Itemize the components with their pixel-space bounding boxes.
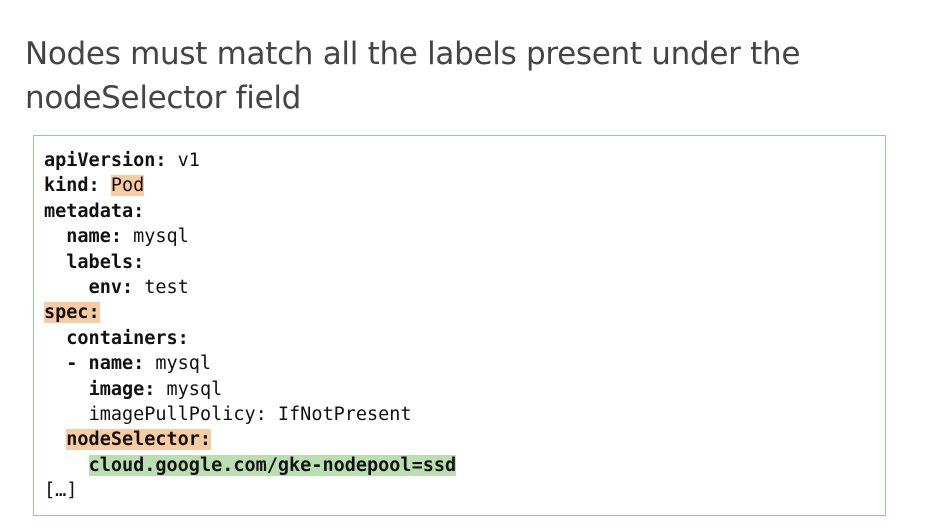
slide-title-line-2: nodeSelector field: [25, 80, 302, 116]
containers-key: containers:: [66, 327, 189, 349]
env-value: test: [133, 276, 189, 298]
code-line-ellipsis: […]: [44, 478, 456, 503]
labels-key: labels:: [66, 251, 145, 273]
name-value: mysql: [121, 226, 189, 248]
metadata-key: metadata:: [44, 200, 145, 222]
code-line-node-selector: nodeSelector:: [44, 427, 456, 452]
code-line-node-selector-label: cloud.google.com/gke-nodepool=ssd: [44, 453, 457, 478]
api-version-key: apiVersion:: [44, 150, 167, 171]
yaml-code-box: apiVersion: v1 kind: Pod metadata: name:…: [33, 135, 886, 516]
yaml-code-block: apiVersion: v1 kind: Pod metadata: name:…: [44, 148, 457, 503]
code-line-kind: kind: Pod: [44, 173, 456, 198]
code-line-name: name: mysql: [44, 224, 456, 249]
container-name-key: - name:: [66, 353, 145, 375]
image-pull-policy-text: imagePullPolicy: IfNotPresent: [88, 403, 412, 425]
slide-title-line-1: Nodes must match all the labels present …: [25, 36, 801, 72]
slide-title: Nodes must match all the labels present …: [25, 32, 905, 120]
code-line-container-name: - name: mysql: [44, 351, 456, 376]
image-value: mysql: [155, 378, 223, 400]
node-selector-label-highlight: cloud.google.com/gke-nodepool=ssd: [88, 454, 457, 476]
code-line-env: env: test: [44, 275, 456, 300]
code-line-api-version: apiVersion: v1: [44, 148, 456, 173]
env-key: env:: [88, 276, 134, 298]
image-key: image:: [88, 378, 156, 400]
code-line-spec: spec:: [44, 300, 456, 325]
spec-key-highlight: spec:: [44, 302, 100, 324]
name-key: name:: [66, 226, 122, 248]
code-line-labels: labels:: [44, 250, 456, 275]
api-version-value: v1: [166, 150, 200, 171]
code-line-metadata: metadata:: [44, 199, 456, 224]
kind-key: kind:: [44, 175, 100, 197]
kind-value-highlight: Pod: [110, 175, 145, 197]
code-line-image-pull-policy: imagePullPolicy: IfNotPresent: [44, 402, 456, 427]
code-line-containers: containers:: [44, 326, 456, 351]
ellipsis-text: […]: [44, 480, 78, 502]
code-line-image: image: mysql: [44, 377, 456, 402]
container-name-value: mysql: [144, 353, 212, 375]
node-selector-key-highlight: nodeSelector:: [66, 429, 212, 451]
